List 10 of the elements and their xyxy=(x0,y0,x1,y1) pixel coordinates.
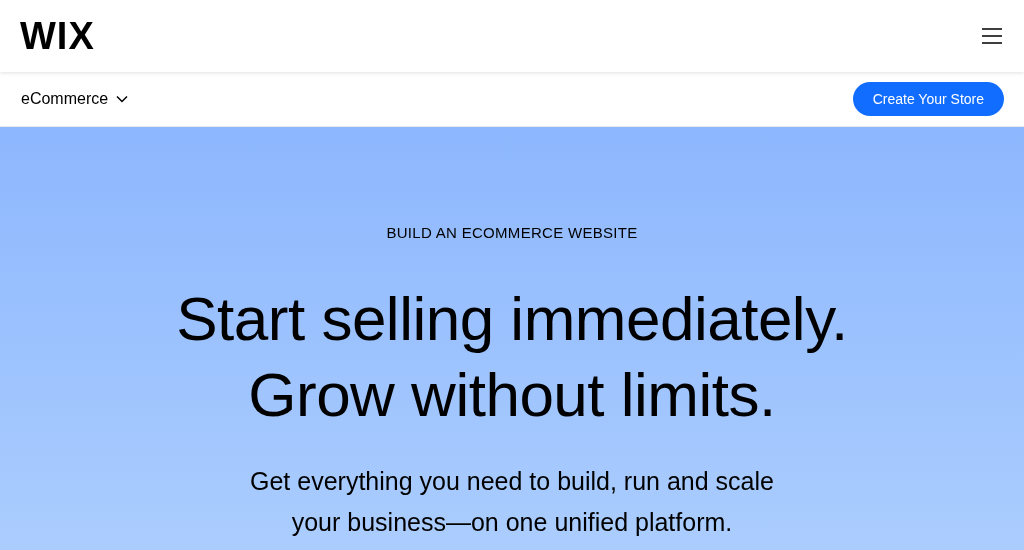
chevron-down-icon xyxy=(116,95,129,103)
menu-icon[interactable] xyxy=(982,28,1002,44)
create-store-button[interactable]: Create Your Store xyxy=(852,82,1004,116)
ecommerce-menu[interactable]: eCommerce xyxy=(21,87,129,111)
subtitle: your business—on one unified platform. xyxy=(291,506,733,538)
eyebrow-text: BUILD AN ECOMMERCE WEBSITE xyxy=(386,223,638,243)
headline: Grow without limits. xyxy=(248,358,776,431)
subtitle: Get everything you need to build, run and scale xyxy=(250,465,774,497)
logo[interactable]: WIX xyxy=(20,17,95,55)
headline: Start selling immediately. xyxy=(176,282,848,355)
